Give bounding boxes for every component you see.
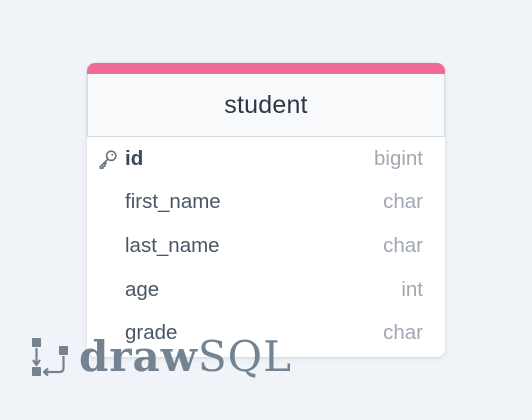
wordmark-sql: SQL [197, 332, 292, 381]
column-name: first_name [125, 190, 221, 214]
column-type: char [383, 190, 423, 214]
column-type: int [401, 277, 423, 301]
table-card-student[interactable]: student id bigint first_name char last_n… [87, 63, 445, 357]
column-row-id[interactable]: id bigint [87, 137, 445, 181]
column-row-last-name[interactable]: last_name char [87, 224, 445, 268]
column-list: id bigint first_name char last_name char… [87, 137, 445, 355]
wordmark-draw: draw [79, 332, 198, 381]
column-row-age[interactable]: age int [87, 268, 445, 312]
column-type: bigint [373, 146, 423, 170]
column-name: id [125, 146, 144, 170]
key-icon [99, 150, 117, 169]
column-name: age [125, 277, 160, 301]
drawsql-logo-icon [32, 338, 68, 377]
table-title: student [224, 90, 308, 119]
drawsql-wordmark: drawSQL [79, 334, 292, 380]
table-header[interactable]: student [87, 74, 445, 137]
table-accent-bar [87, 63, 445, 74]
column-type: char [383, 233, 423, 257]
column-name: last_name [125, 233, 220, 257]
column-type: char [383, 321, 423, 345]
drawsql-watermark: drawSQL [31, 334, 292, 380]
column-row-first-name[interactable]: first_name char [87, 181, 445, 225]
